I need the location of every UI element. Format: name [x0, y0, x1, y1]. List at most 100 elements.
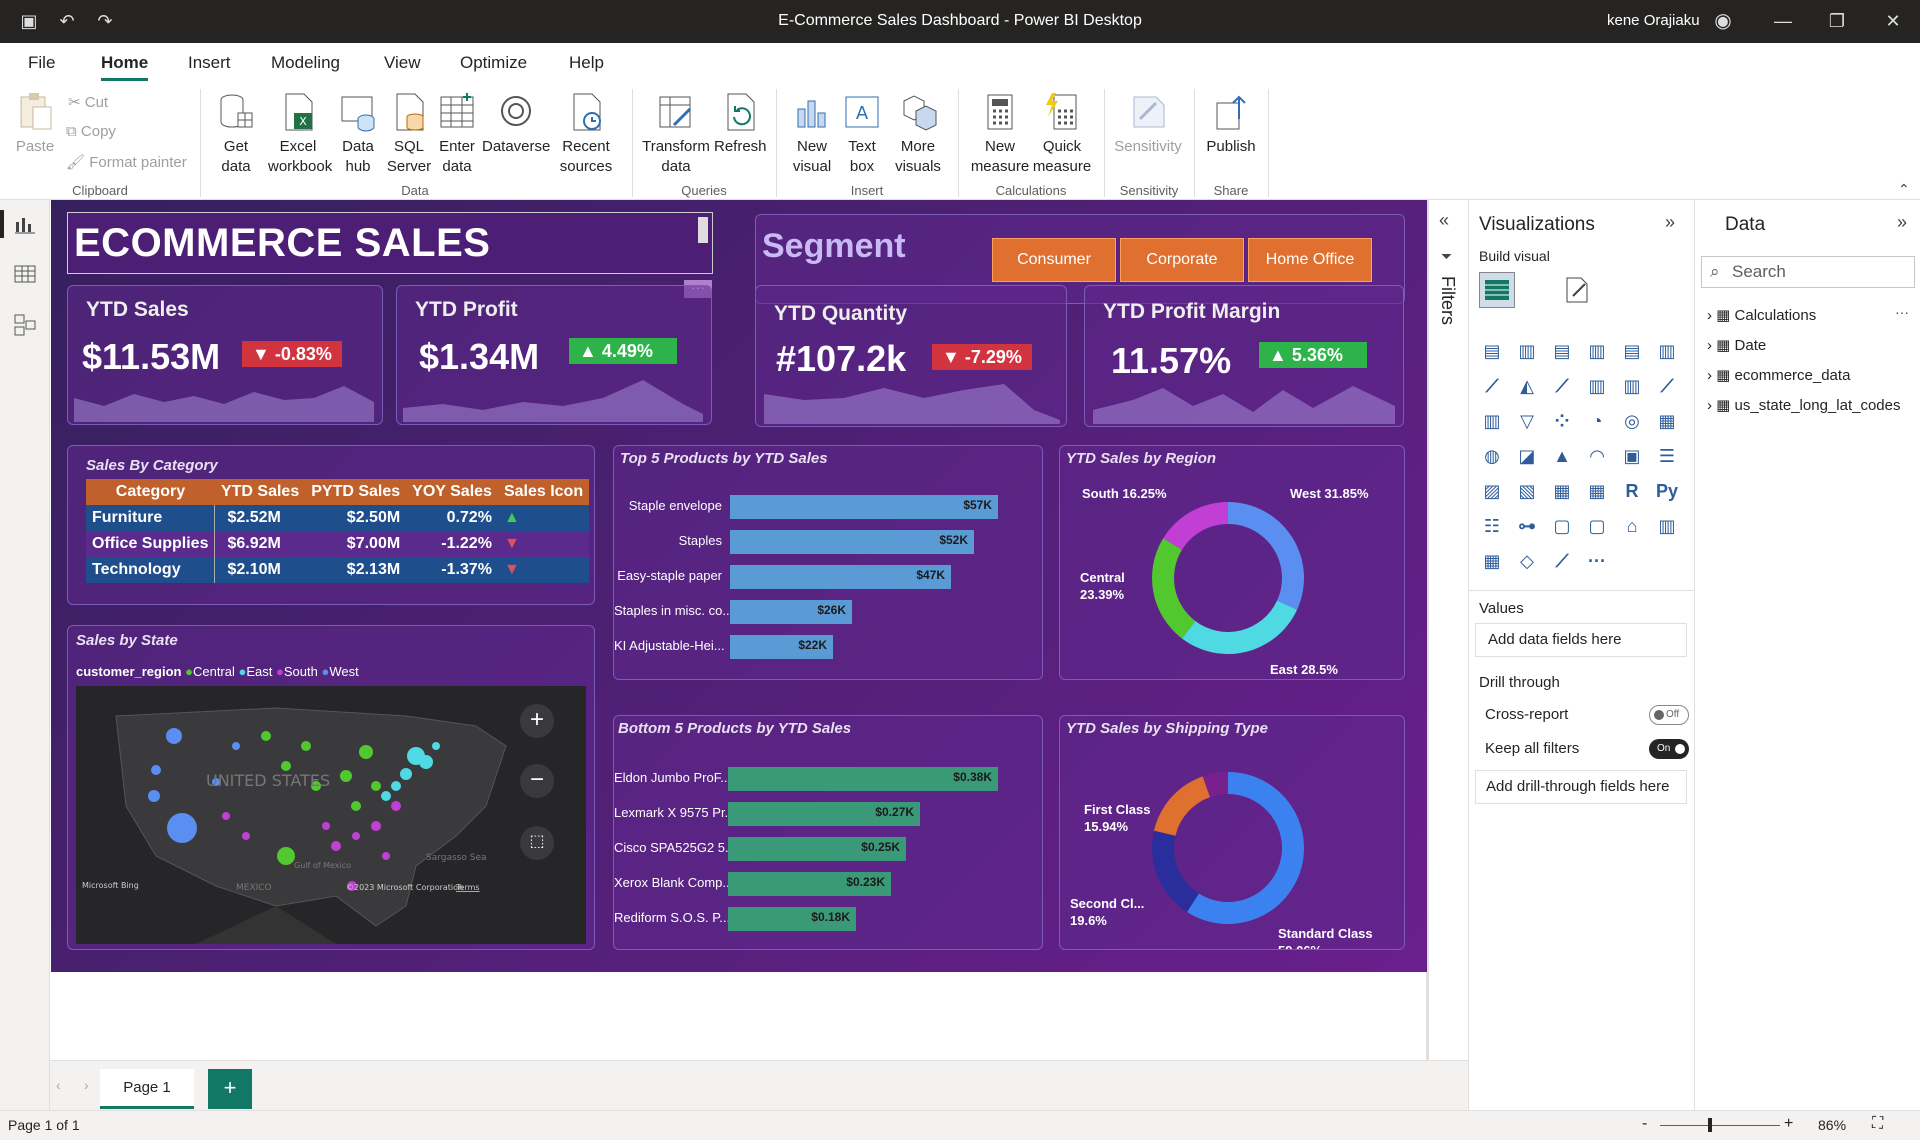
zoom-slider[interactable]	[1660, 1125, 1780, 1126]
values-drop-zone[interactable]: Add data fields here	[1475, 623, 1687, 657]
data-item-calculations[interactable]: › ▦ Calculations	[1707, 306, 1816, 324]
add-page-icon[interactable]: +	[208, 1069, 252, 1109]
data-search-input[interactable]: ⌕ Search	[1701, 256, 1915, 288]
table-icon[interactable]: ▦	[1549, 478, 1575, 504]
keep-filters-toggle[interactable]: On	[1649, 739, 1689, 759]
menu-home[interactable]: Home	[101, 53, 149, 81]
minimize-icon[interactable]: —	[1770, 8, 1796, 34]
table-row[interactable]: Furniture $2.52M $2.50M 0.72% ▲	[86, 505, 590, 531]
collapse-icon[interactable]: »	[1897, 212, 1907, 233]
sql-server-button[interactable]: SQL Server	[386, 91, 432, 177]
kpi-card-ytd-quantity[interactable]: YTD Quantity #107.2k ▼ -7.29%	[755, 285, 1067, 427]
title-scrollbar[interactable]	[698, 217, 708, 243]
pie-icon[interactable]: ◔	[1584, 408, 1610, 434]
more-icon[interactable]: ···	[1584, 548, 1610, 574]
clustered-column-icon[interactable]: ▥	[1584, 338, 1610, 364]
legend-item[interactable]: West	[329, 664, 358, 679]
cross-report-toggle[interactable]: Off	[1649, 705, 1689, 725]
col-sales-icon[interactable]: Sales Icon	[498, 479, 589, 505]
gauge-icon[interactable]: ◠	[1584, 443, 1610, 469]
map-terms-link[interactable]: Terms	[455, 883, 480, 892]
area-icon[interactable]: ◭	[1514, 373, 1540, 399]
sales-by-shipping-card[interactable]: YTD Sales by Shipping Type Standard Clas…	[1059, 715, 1405, 950]
new-measure-button[interactable]: New measure	[968, 91, 1032, 177]
col-ytd-sales[interactable]: YTD Sales	[215, 479, 305, 505]
dataverse-button[interactable]: Dataverse	[482, 91, 550, 157]
donut-slice[interactable]	[1228, 502, 1304, 610]
format-visual-icon[interactable]	[1561, 274, 1593, 306]
azure-map-icon[interactable]: ▲	[1549, 443, 1575, 469]
zoom-slider-handle[interactable]	[1708, 1118, 1712, 1132]
page-tab-1[interactable]: Page 1	[100, 1069, 194, 1109]
map-icon[interactable]: ◍	[1479, 443, 1505, 469]
new-visual-button[interactable]: New visual	[786, 91, 838, 177]
power-apps-icon[interactable]: ▦	[1479, 548, 1505, 574]
prev-page-icon[interactable]: ‹	[56, 1077, 61, 1093]
bottom-5-products-card[interactable]: Bottom 5 Products by YTD Sales Eldon Jum…	[613, 715, 1043, 950]
treemap-icon[interactable]: ▦	[1654, 408, 1680, 434]
collapse-ribbon-icon[interactable]: ⌃	[1898, 181, 1910, 198]
us-map[interactable]: UNITED STATES MEXICO Gulf of Mexico Sarg…	[76, 686, 586, 944]
donut-slice[interactable]	[1152, 830, 1199, 913]
data-item-ecommerce[interactable]: › ▦ ecommerce_data	[1707, 366, 1850, 384]
menu-modeling[interactable]: Modeling	[271, 53, 340, 73]
card-icon[interactable]: ▣	[1619, 443, 1645, 469]
data-item-us-state[interactable]: › ▦ us_state_long_lat_codes	[1707, 396, 1900, 414]
waterfall-icon[interactable]: ▥	[1479, 408, 1505, 434]
donut-slice[interactable]	[1154, 776, 1211, 836]
sales-by-state-map-card[interactable]: Sales by State customer_region ●Central …	[67, 625, 595, 950]
more-options-icon[interactable]: ···	[1895, 304, 1909, 320]
zoom-in-button[interactable]: +	[1784, 1115, 1793, 1133]
excel-button[interactable]: X Excel workbook	[268, 91, 332, 177]
paginated-icon[interactable]: ▥	[1654, 513, 1680, 539]
col-category[interactable]: Category	[86, 479, 215, 505]
line-icon[interactable]: ⟋	[1479, 373, 1505, 399]
goals-icon[interactable]: ⌂	[1619, 513, 1645, 539]
select-area-icon[interactable]: ⬚	[520, 826, 554, 860]
restore-icon[interactable]: ❐	[1824, 8, 1850, 34]
table-row[interactable]: Technology $2.10M $2.13M -1.37% ▼	[86, 557, 590, 583]
quick-measure-button[interactable]: Quick measure	[1030, 91, 1094, 177]
cut-button[interactable]: ✂ Cut	[68, 93, 108, 111]
funnel-icon[interactable]: ▽	[1514, 408, 1540, 434]
paste-button[interactable]: Paste	[12, 91, 58, 157]
donut-icon[interactable]: ◎	[1619, 408, 1645, 434]
expand-icon[interactable]: «	[1439, 210, 1449, 231]
ribbon-icon[interactable]: ⟋	[1654, 373, 1680, 399]
100-column-icon[interactable]: ▥	[1654, 338, 1680, 364]
filters-pane[interactable]: « ⏷ Filters	[1428, 200, 1468, 1110]
col-yoy-sales[interactable]: YOY Sales	[406, 479, 498, 505]
donut-slice[interactable]	[1181, 600, 1298, 654]
zoom-in-icon[interactable]: +	[520, 704, 554, 738]
r-script-icon[interactable]: R	[1619, 478, 1645, 504]
text-box-button[interactable]: A Text box	[840, 91, 884, 177]
menu-file[interactable]: File	[28, 53, 55, 73]
slicer-icon[interactable]: ▧	[1514, 478, 1540, 504]
menu-view[interactable]: View	[384, 53, 421, 73]
scatter-icon[interactable]: ⁘	[1549, 408, 1575, 434]
format-painter-button[interactable]: 🖌 Format painter	[66, 153, 187, 171]
stacked-column-icon[interactable]: ▥	[1514, 338, 1540, 364]
line-column-icon[interactable]: ▥	[1584, 373, 1610, 399]
metrics-icon[interactable]: ⟋	[1549, 548, 1575, 574]
kpi-card-ytd-profit[interactable]: YTD Profit $1.34M ▲ 4.49%	[396, 285, 712, 425]
key-influencers-icon[interactable]: ☷	[1479, 513, 1505, 539]
narrative-icon[interactable]: ▢	[1584, 513, 1610, 539]
sensitivity-button[interactable]: Sensitivity	[1110, 91, 1186, 157]
fit-to-page-icon[interactable]: ⛶	[1872, 1115, 1883, 1133]
segment-consumer-button[interactable]: Consumer	[992, 238, 1116, 282]
close-icon[interactable]: ✕	[1880, 8, 1906, 34]
matrix-icon[interactable]: ▦	[1584, 478, 1610, 504]
python-icon[interactable]: Py	[1654, 478, 1680, 504]
donut-slice[interactable]	[1163, 502, 1228, 550]
next-page-icon[interactable]: ›	[84, 1077, 89, 1093]
publish-button[interactable]: Publish	[1200, 91, 1262, 157]
data-item-date[interactable]: › ▦ Date	[1707, 336, 1766, 354]
zoom-out-icon[interactable]: −	[520, 764, 554, 798]
drill-through-drop-zone[interactable]: Add drill-through fields here	[1475, 770, 1687, 804]
decomposition-tree-icon[interactable]: ⊶	[1514, 513, 1540, 539]
donut-slice[interactable]	[1152, 538, 1196, 639]
account-icon[interactable]: ◉	[1710, 8, 1736, 34]
more-visuals-button[interactable]: More visuals	[888, 91, 948, 177]
sales-by-region-card[interactable]: YTD Sales by Region West 31.85% East 28.5…	[1059, 445, 1405, 680]
